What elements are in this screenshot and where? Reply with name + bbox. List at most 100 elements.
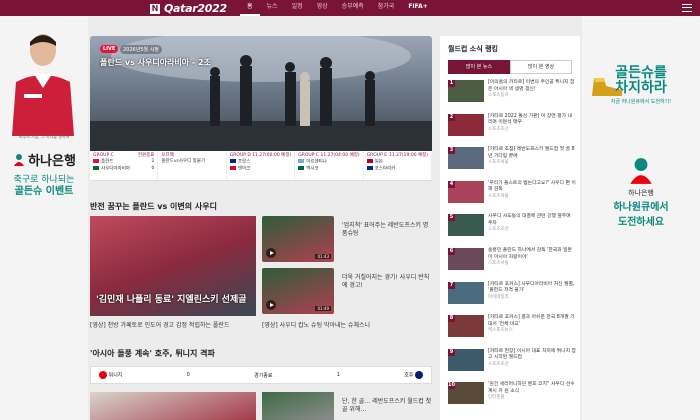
- match-card[interactable]: 오프팩 폴란드vs사우디 맞붙기: [158, 151, 227, 180]
- news-source: 스포츠서울: [488, 193, 509, 199]
- ranking-item[interactable]: 6 송흥민 폴란드 하나에서 감독 '한국과 일본이 아시아 자랑이야' 스포츠서울: [448, 248, 576, 272]
- team-name: 폴란드vs사우디 맞붙기: [161, 159, 206, 164]
- rank-number: 2: [448, 113, 455, 121]
- team-name: 코스타리카: [374, 166, 396, 171]
- featured-video-title[interactable]: [영상] 천방 가페토로 인도어 경고 감정 적립하는 폴란드: [90, 320, 256, 329]
- ad-left-cta-line2: 골든슈 이벤트: [14, 186, 74, 197]
- video-thumbnail[interactable]: [262, 392, 334, 420]
- right-ad-banner[interactable]: 골든슈를 차지하라 지금 하나원큐에서 도전하기! 하나은행 하나원큐에서 도전…: [582, 16, 700, 420]
- flag-icon: [229, 159, 236, 163]
- ad-right-headline: 골든슈를 차지하라: [582, 66, 700, 96]
- rank-number: 5: [448, 214, 455, 222]
- video-thumbnail[interactable]: [90, 392, 256, 420]
- nav-teams[interactable]: 참가국: [371, 0, 402, 16]
- news-source: 스포츠조선: [488, 126, 509, 132]
- news-headline: [카타르 현장] 이시아 대표 처지에 튀니지 잡고 시작된 월드컵: [488, 348, 576, 361]
- news-headline: [카타르 초점] 레반도프스키 월드컵 첫 골 8년 기다림 끝에: [488, 147, 575, 159]
- news-thumbnail: 5: [448, 214, 484, 237]
- news-source: 인터풋볼: [488, 395, 505, 401]
- featured-video[interactable]: '김민재 나폴리 동료' 지엘린스키 선제골: [90, 216, 256, 316]
- team-name: 튀니지: [108, 372, 123, 379]
- tunisia-flag-icon: [99, 371, 107, 379]
- rank-number: 1: [448, 80, 455, 87]
- left-ad-banner[interactable]: 포부의 기품, 그 하나를 향하여 하나은행 축구로 하나되는 골든슈 이벤트: [0, 16, 88, 420]
- ad-right-cta-line2: 도전하세요: [618, 217, 664, 228]
- featured-video-caption: '김민재 나폴리 동료' 지엘린스키 선제골: [96, 295, 247, 305]
- ranking-item[interactable]: 8 [카타르 포커스] 결과 아쉬운 한국 8개월 기대서 '전체 비교' 엑스포츠…: [448, 315, 576, 339]
- ad-right-bank-name: 하나은행: [628, 189, 654, 197]
- live-meta: 2026년5월 시청: [120, 45, 162, 54]
- news-source: 마이데일리: [488, 294, 509, 300]
- team-score: 0: [151, 165, 155, 171]
- match-result-line[interactable]: 튀니지 0 경기종료 1 호주: [90, 366, 432, 384]
- video-thumbnail[interactable]: 01:49: [262, 268, 334, 314]
- news-thumbnail: 4: [448, 180, 484, 203]
- hana-bank-logo: 하나은행: [0, 150, 88, 169]
- news-headline: '원건 세리머니하던 벤포 코치'' 사우디 선수 계시 카 원 소식: [488, 382, 575, 394]
- match-card[interactable]: GROUP C 11.27(04:00 예정) 아르헨티나 멕시코: [295, 151, 364, 180]
- ranking-item[interactable]: 5 사우디 사도동의 대결에 관련 강행 앞두며 주자 스포츠조선: [448, 214, 576, 238]
- tab-most-read[interactable]: 많이 본 뉴스: [448, 60, 510, 74]
- match-card[interactable]: GROUP E 11.27(19:00 예정) 일본 코스타리카: [364, 151, 433, 180]
- team-name: 사우디아라비아: [101, 166, 130, 171]
- rank-number: 7: [448, 281, 455, 289]
- nav-schedule[interactable]: 일정: [285, 0, 310, 16]
- ad-right-cta-line1: 하나원큐에서: [613, 202, 669, 213]
- nav-home[interactable]: 홈: [240, 0, 260, 16]
- rank-number: 10: [448, 382, 455, 390]
- section-title[interactable]: 반전 꿈꾸는 폴란드 vs 이변의 사우디: [90, 201, 217, 212]
- video-thumbnail[interactable]: 01:43: [262, 216, 334, 262]
- rank-number: 3: [448, 147, 455, 155]
- flag-icon: [93, 159, 99, 163]
- flag-icon: [366, 165, 373, 170]
- news-thumbnail: 10: [448, 382, 484, 405]
- news-thumbnail: 2: [448, 113, 484, 136]
- ranking-item[interactable]: 3 [카타르 초점] 레반도프스키 월드컵 첫 골 8년 기다림 끝에 스포츠서울: [448, 147, 576, 171]
- news-headline: 사우디 사도동의 대결에 관련 강행 앞두며 주자: [488, 214, 571, 226]
- player-illustration: [12, 34, 74, 136]
- match-card[interactable]: GROUP C 전원종료 폴란드 2 사우디아라비아 0: [90, 151, 159, 180]
- ranking-item[interactable]: 1 [이의흠의 카타르] 이변의 주인공 튀니지 잡은 아시아 넥 생명 갱신! 스…: [448, 80, 576, 104]
- section-title[interactable]: '아시아 돌풍 계속' 호주, 튀니지 격파: [90, 348, 215, 359]
- ranking-item[interactable]: 7 [카타르 포커스] 사우디아라비아 처신 월별, '폴란드 저격 불가' 마이데…: [448, 281, 576, 306]
- news-source: 스포츠서울: [488, 261, 509, 266]
- hamburger-menu-icon[interactable]: [682, 4, 692, 12]
- ranking-item[interactable]: 2 [카타르 2022 돌싱 가판] 이 장면 평가 내리며 이분석 매우 스포츠조…: [448, 113, 576, 138]
- match-card[interactable]: GROUP D 11.27(00:00 예정) 프랑스 덴마크: [227, 151, 296, 180]
- team-score: 1: [336, 372, 340, 378]
- ranking-tabs: 많이 본 뉴스 많이 본 영상: [448, 60, 572, 74]
- news-headline: 송흥민 폴란드 하나에서 감독 '한국과 일본이 아시아 자랑이야': [488, 248, 572, 260]
- ad-left-cta-line1: 축구로 하나되는: [13, 175, 75, 185]
- naver-logo-badge: N: [150, 3, 160, 14]
- ranking-item[interactable]: 4 '우리가 폴스트의 범논다고요?' 사우디 편 이해 감독 스포츠서울: [448, 180, 576, 205]
- news-headline: '우리가 폴스트의 범논다고요?' 사우디 편 이해 감독: [488, 180, 576, 193]
- video-title[interactable]: 단, 한 골… 레반도프스키 월드컵 첫 골 위해…: [342, 398, 432, 414]
- news-source: 엑스포츠뉴스: [488, 328, 513, 334]
- nav-video[interactable]: 영상: [310, 0, 335, 16]
- nav-news[interactable]: 뉴스: [260, 0, 285, 16]
- team-name: 호주: [404, 372, 414, 379]
- video-link[interactable]: '엄지척' 표어주는 레반도프스키 명품슈팅: [342, 222, 432, 238]
- ranking-item[interactable]: 10 '원건 세리머니하던 벤포 코치'' 사우디 선수 계시 카 원 소식 인터풋…: [448, 382, 576, 406]
- hana-bank-icon: [14, 153, 25, 166]
- ad-right-sub: 지금 하나원큐에서 도전하기!: [610, 99, 672, 105]
- team-name: 멕시코: [306, 166, 319, 171]
- team-name: 아르헨티나: [306, 159, 327, 165]
- main-nav: 홈 뉴스 일정 영상 승부예측 참가국 FIFA+: [240, 0, 435, 16]
- qatar2022-logo[interactable]: N Qatar2022: [150, 2, 227, 15]
- main-content: LIVE 2026년5월 시청 폴란드 vs 사우디아라비아 - 2조 GROU…: [90, 36, 433, 420]
- flag-icon: [298, 159, 305, 163]
- ranking-item[interactable]: 9 [카타르 현장] 이시아 대표 처지에 튀니지 잡고 시작된 월드컵 스포츠조선: [448, 348, 576, 373]
- live-video-hero[interactable]: LIVE 2026년5월 시청 폴란드 vs 사우디아라비아 - 2조: [90, 36, 432, 151]
- logo-text: Qatar2022: [164, 2, 227, 15]
- video-title[interactable]: [영상] 사우디 캅노 슈팅 막아내는 슈체스니: [262, 320, 432, 329]
- video-title: '엄지척' 표어주는 레반도프스키 명품슈팅: [342, 222, 429, 237]
- nav-prediction[interactable]: 승부예측: [335, 0, 371, 16]
- news-source: 스포츠서울: [488, 160, 509, 166]
- tab-most-watched[interactable]: 많이 본 영상: [510, 60, 572, 74]
- hero-title[interactable]: 폴란드 vs 사우디아라비아 - 2조: [100, 57, 211, 68]
- live-badge: LIVE: [100, 45, 119, 53]
- video-link[interactable]: 더욱 거칠어지는 경기! 사우디 반칙에 경고!: [342, 274, 432, 290]
- nav-fifa-plus[interactable]: FIFA+: [401, 0, 434, 16]
- bank-name: 하나은행: [28, 154, 76, 169]
